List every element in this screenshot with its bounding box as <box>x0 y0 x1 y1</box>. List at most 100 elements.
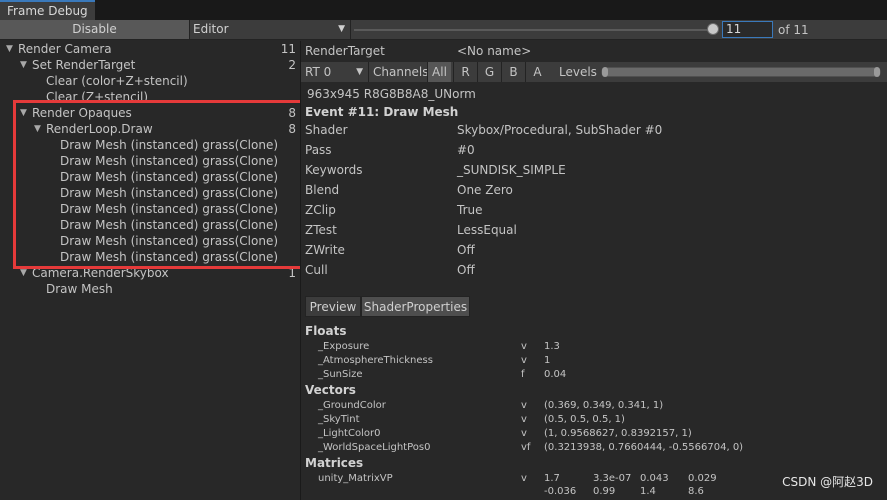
event-property-row: ZWrite Off <box>301 240 887 260</box>
event-slider-track[interactable] <box>354 29 710 31</box>
channel-button-r[interactable]: R <box>453 62 477 82</box>
shader-property-name: _Exposure <box>318 341 370 352</box>
tree-item[interactable]: Clear (Z+stencil) <box>0 89 300 105</box>
tree-item[interactable]: ▼ Render Camera 11 <box>0 41 300 57</box>
tab-shader-properties[interactable]: ShaderProperties <box>361 296 470 317</box>
matrix-cell: 8.6 <box>688 486 704 497</box>
matrix-cell: 1.7 <box>544 473 560 484</box>
tree-item-count: 2 <box>288 58 296 72</box>
levels-min-handle[interactable] <box>602 67 608 77</box>
event-property-row: Blend One Zero <box>301 180 887 200</box>
matrix-type: v <box>521 473 527 484</box>
tree-item[interactable]: ▼ Set RenderTarget 2 <box>0 57 300 73</box>
watermark: CSDN @阿赵3D <box>782 475 873 489</box>
event-property-value: One Zero <box>457 183 513 197</box>
shader-property-type: v <box>521 428 527 439</box>
tree-item-label: Clear (color+Z+stencil) <box>46 74 188 88</box>
shader-property-row: _WorldSpaceLightPos0 vf (0.3213938, 0.7660… <box>301 441 887 455</box>
shader-property-type: vf <box>521 442 531 453</box>
tab-frame-debug[interactable]: Frame Debug <box>0 0 95 20</box>
event-tree: ▼ Render Camera 11 ▼ Set RenderTarget 2 Clear … <box>0 41 300 500</box>
event-slider-handle[interactable] <box>707 23 719 35</box>
event-property-value: Off <box>457 263 475 277</box>
tree-item[interactable]: Clear (color+Z+stencil) <box>0 73 300 89</box>
tab-preview[interactable]: Preview <box>305 296 361 317</box>
event-property-key: Keywords <box>305 163 363 177</box>
render-target-label: RenderTarget <box>305 44 385 58</box>
levels-label: Levels <box>559 65 597 79</box>
tree-item-label: Clear (Z+stencil) <box>46 90 149 104</box>
event-property-row: Pass #0 <box>301 140 887 160</box>
channel-button-all[interactable]: All <box>427 62 451 82</box>
shader-property-value: 1 <box>544 355 551 366</box>
chevron-down-icon: ▼ <box>356 67 363 77</box>
tree-item-count: 1 <box>288 266 296 280</box>
tree-item-label: Draw Mesh (instanced) grass(Clone) <box>60 218 279 232</box>
expand-arrow-icon[interactable]: ▼ <box>20 265 27 281</box>
tree-item-label: Set RenderTarget <box>32 58 136 72</box>
tab-bar: Frame Debug <box>0 0 887 20</box>
matrix-cell: -0.036 <box>544 486 577 497</box>
shader-property-value: (0.5, 0.5, 0.5, 1) <box>544 414 625 425</box>
tree-item-label: Camera.RenderSkybox <box>32 266 169 280</box>
shader-property-row: _SkyTint v (0.5, 0.5, 0.5, 1) <box>301 413 887 427</box>
shader-property-row: _Exposure v 1.3 <box>301 340 887 354</box>
levels-range-slider[interactable] <box>601 67 881 77</box>
expand-arrow-icon[interactable]: ▼ <box>20 57 27 73</box>
expand-arrow-icon[interactable]: ▼ <box>20 105 27 121</box>
event-property-key: ZTest <box>305 223 337 237</box>
tree-item-label: Render Opaques <box>32 106 132 120</box>
target-dropdown[interactable]: Editor ▼ <box>191 20 351 39</box>
details-panel: RenderTarget <No name> RT 0 ▼ Channels A… <box>301 41 887 500</box>
event-property-row: Cull Off <box>301 260 887 280</box>
shader-property-name: _AtmosphereThickness <box>318 355 433 366</box>
event-title: Event #11: Draw Mesh <box>305 105 459 119</box>
tree-item[interactable]: Draw Mesh (instanced) grass(Clone) <box>0 217 300 233</box>
channel-button-b[interactable]: B <box>501 62 525 82</box>
matrix-cell: 0.029 <box>688 473 717 484</box>
channels-label: Channels <box>373 65 429 79</box>
event-property-key: ZClip <box>305 203 336 217</box>
shader-property-value: 1.3 <box>544 341 560 352</box>
tree-item[interactable]: Draw Mesh (instanced) grass(Clone) <box>0 185 300 201</box>
event-index-input[interactable]: 11 <box>722 21 773 38</box>
matrices-heading: Matrices <box>305 456 364 470</box>
shader-property-row: _SunSize f 0.04 <box>301 368 887 382</box>
tree-item[interactable]: ▼ Camera.RenderSkybox 1 <box>0 265 300 281</box>
event-property-value: _SUNDISK_SIMPLE <box>457 163 566 177</box>
tree-item[interactable]: Draw Mesh <box>0 281 300 297</box>
event-property-key: Pass <box>305 143 332 157</box>
expand-arrow-icon[interactable]: ▼ <box>6 41 13 57</box>
channel-button-a[interactable]: A <box>525 62 549 82</box>
matrix-cell: 1.4 <box>640 486 656 497</box>
tree-item[interactable]: Draw Mesh (instanced) grass(Clone) <box>0 249 300 265</box>
shader-property-name: _SunSize <box>318 369 363 380</box>
shader-property-value: (0.3213938, 0.7660444, -0.5566704, 0) <box>544 442 744 453</box>
tree-item[interactable]: Draw Mesh (instanced) grass(Clone) <box>0 169 300 185</box>
rt-select-dropdown[interactable]: RT 0 ▼ <box>301 62 369 82</box>
render-target-format: 963x945 R8G8B8A8_UNorm <box>307 87 476 101</box>
floats-heading: Floats <box>305 324 347 338</box>
tree-item[interactable]: ▼ Render Opaques 8 <box>0 105 300 121</box>
shader-property-type: f <box>521 369 525 380</box>
levels-max-handle[interactable] <box>874 67 880 77</box>
shader-property-name: _LightColor0 <box>318 428 381 439</box>
disable-button[interactable]: Disable <box>0 20 190 39</box>
tree-item[interactable]: Draw Mesh (instanced) grass(Clone) <box>0 201 300 217</box>
tree-item[interactable]: Draw Mesh (instanced) grass(Clone) <box>0 153 300 169</box>
tree-item[interactable]: Draw Mesh (instanced) grass(Clone) <box>0 233 300 249</box>
channel-button-g[interactable]: G <box>477 62 501 82</box>
expand-arrow-icon[interactable]: ▼ <box>34 121 41 137</box>
event-property-row: ZTest LessEqual <box>301 220 887 240</box>
tree-item-label: Draw Mesh (instanced) grass(Clone) <box>60 234 279 248</box>
tree-item[interactable]: Draw Mesh (instanced) grass(Clone) <box>0 137 300 153</box>
event-property-value: Off <box>457 243 475 257</box>
matrix-name: unity_MatrixVP <box>318 473 393 484</box>
event-property-row: ZClip True <box>301 200 887 220</box>
event-property-key: ZWrite <box>305 243 345 257</box>
shader-property-row: _LightColor0 v (1, 0.9568627, 0.8392157, 1… <box>301 427 887 441</box>
toolbar: Disable Editor ▼ 11 of 11 <box>0 20 887 40</box>
tab-frame-debug-label: Frame Debug <box>7 4 88 18</box>
tree-item[interactable]: ▼ RenderLoop.Draw 8 <box>0 121 300 137</box>
tree-item-label: Draw Mesh (instanced) grass(Clone) <box>60 186 279 200</box>
